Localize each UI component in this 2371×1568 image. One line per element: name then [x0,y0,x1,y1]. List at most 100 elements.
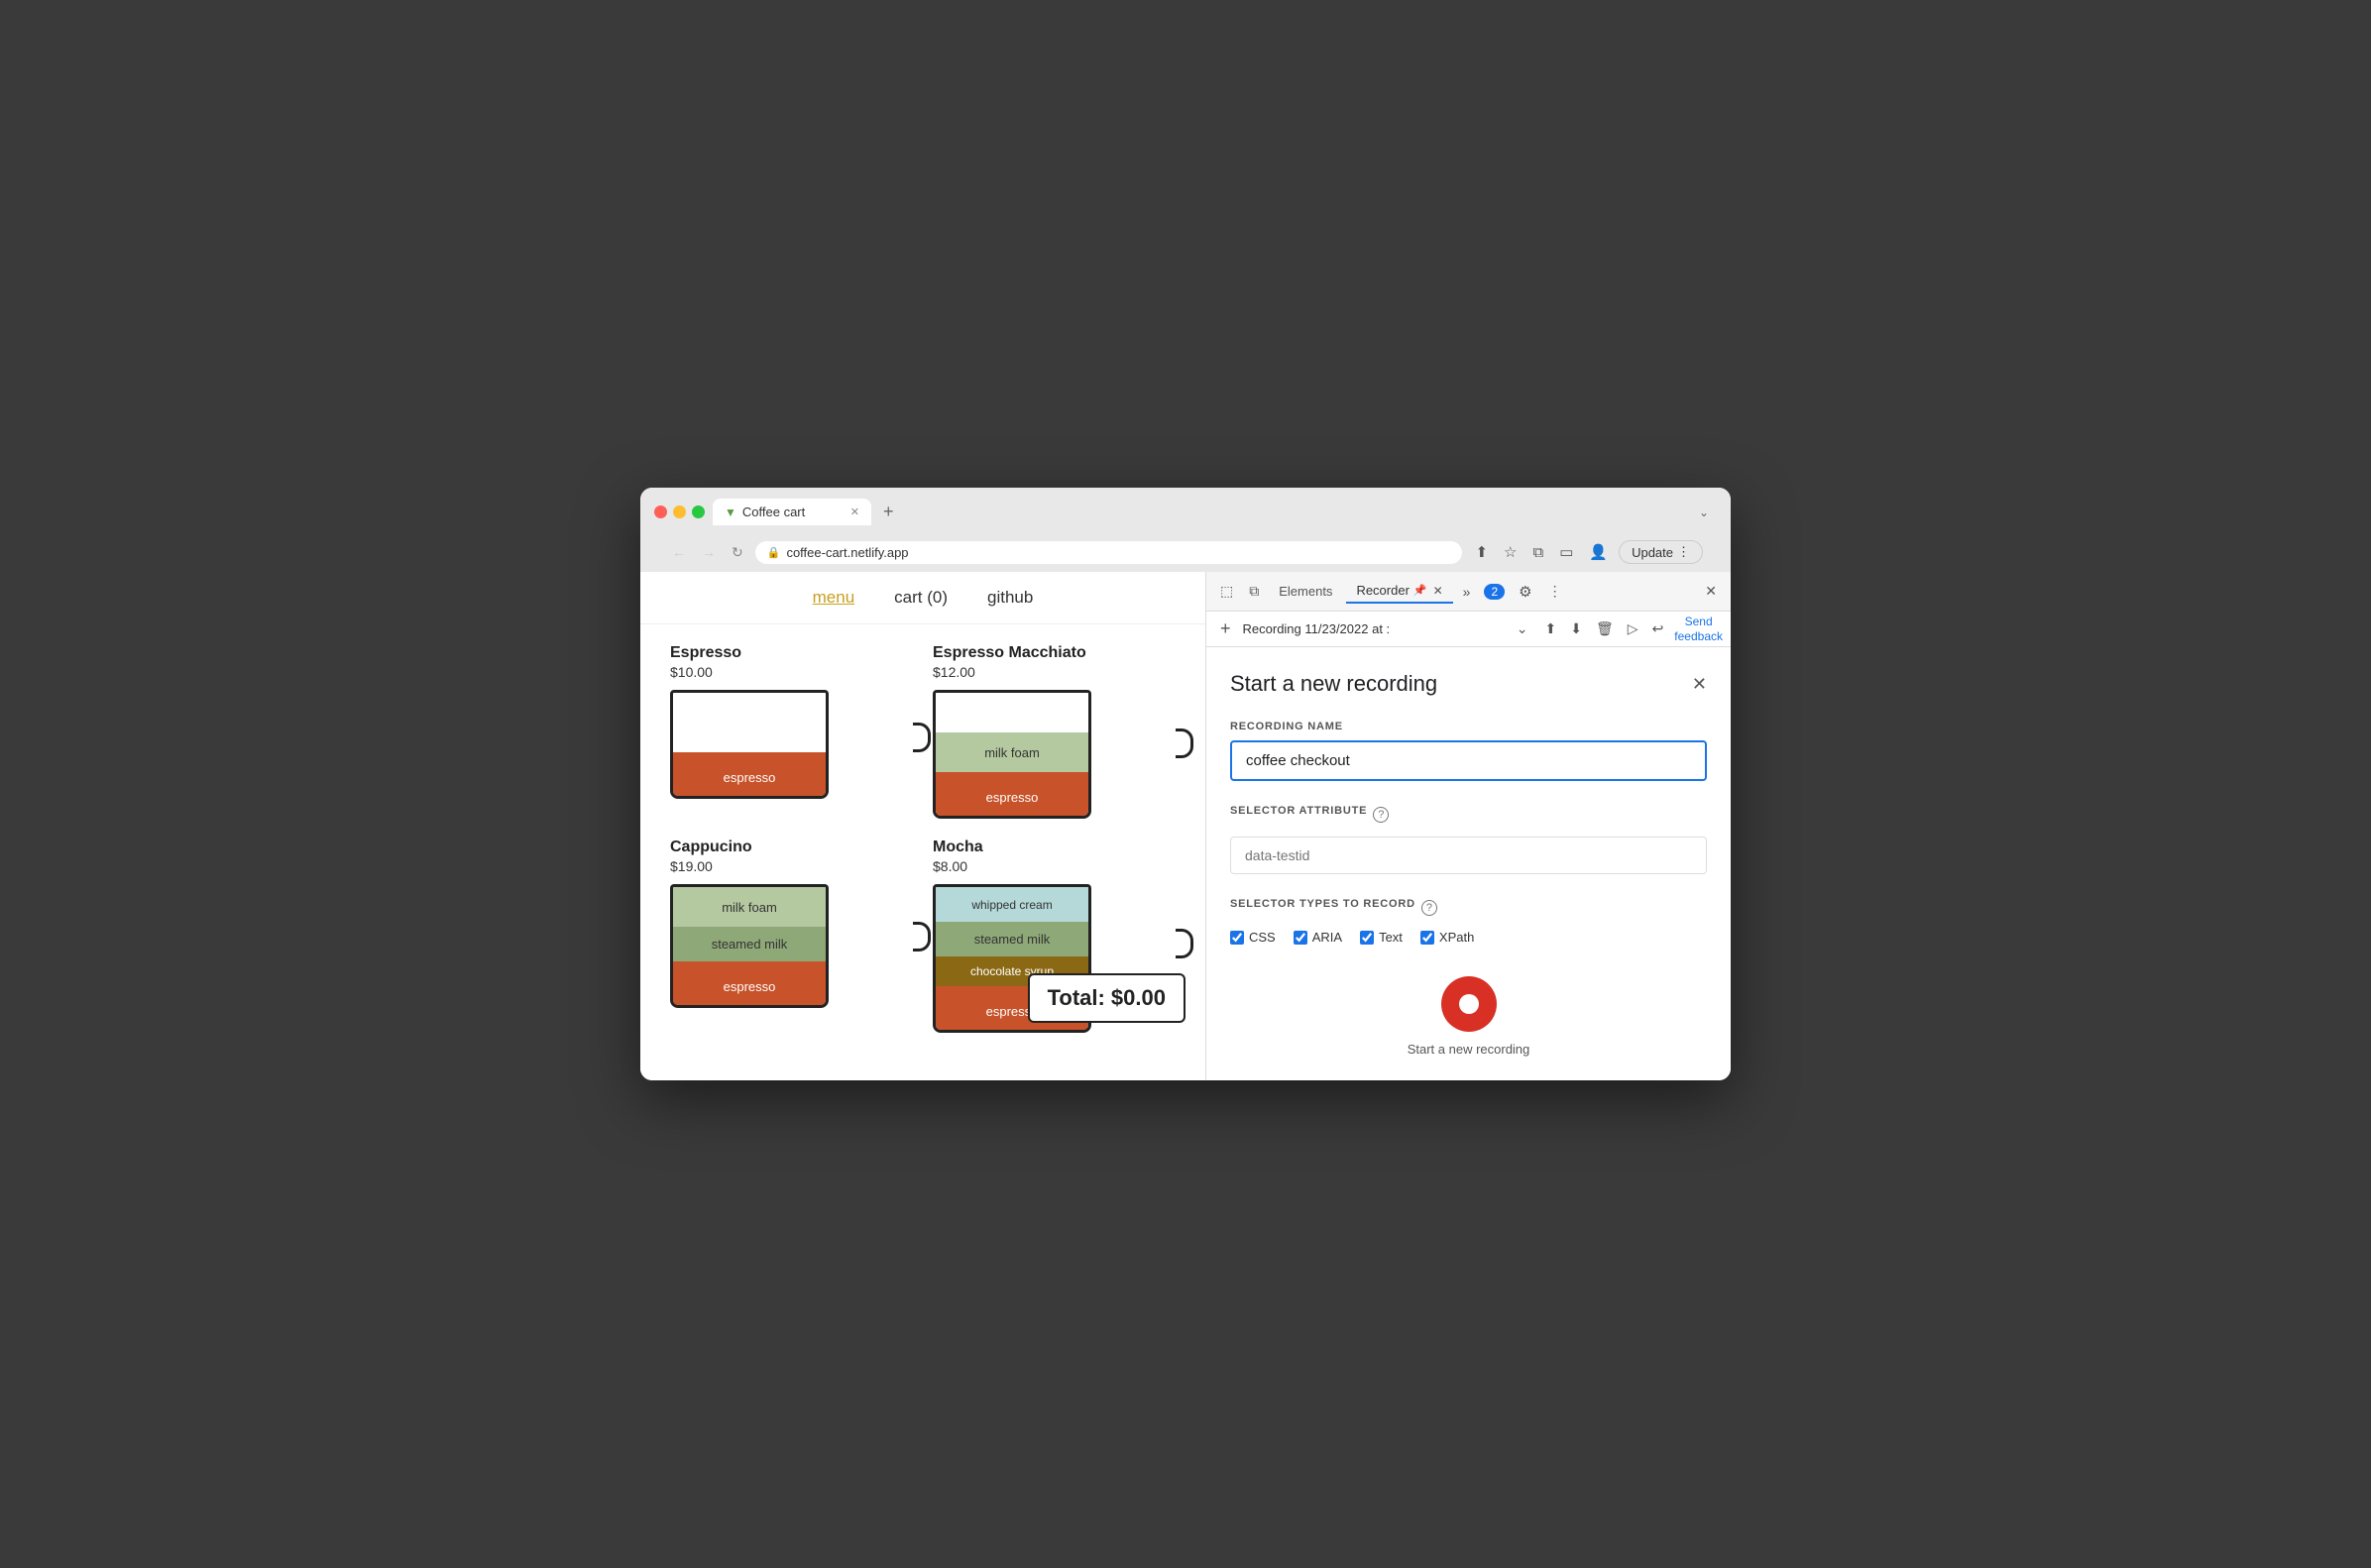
nav-menu[interactable]: menu [813,588,855,608]
checkbox-aria[interactable]: ARIA [1294,930,1342,945]
modal-title-row: Start a new recording ✕ [1230,671,1707,697]
coffee-app: menu cart (0) github Espresso $10.00 esp… [640,572,1205,1080]
minimize-traffic-light[interactable] [673,505,686,518]
checkbox-css-label: CSS [1249,930,1276,945]
more-tabs-button[interactable]: » [1457,580,1477,604]
coffee-name-cappucino: Cappucino [670,839,913,856]
tab-elements[interactable]: Elements [1269,580,1342,603]
recorder-tab-label: Recorder [1356,583,1409,598]
recording-dropdown-button[interactable]: ⌄ [1511,616,1534,641]
checkbox-aria-input[interactable] [1294,931,1307,945]
record-section: Start a new recording [1230,976,1707,1057]
new-tab-button[interactable]: + [875,498,902,526]
delete-recording-button[interactable]: 🗑 [1591,617,1619,640]
recorder-tab-close[interactable]: ✕ [1433,584,1443,598]
tab-close-btn[interactable]: ✕ [850,505,859,518]
update-chevron-icon: ⋮ [1677,544,1690,560]
coffee-cup-macchiato: milk foam espresso [933,690,1091,819]
recording-name-input[interactable] [1230,740,1707,781]
nav-github[interactable]: github [987,588,1033,608]
address-bar: ← → ↻ 🔒 coffee-cart.netlify.app ⬆ ☆ ⧉ ▭ … [654,534,1717,572]
layer-espresso-white [673,693,826,752]
title-bar: ▼ Coffee cart ✕ + ⌄ ← → ↻ 🔒 coffee-cart.… [640,488,1731,572]
layer-espresso-espresso: espresso [673,752,826,799]
step-back-button[interactable]: ↩ [1647,617,1669,640]
total-tooltip: Total: $0.00 [1028,973,1186,1023]
coffee-price-espresso: $10.00 [670,664,913,680]
send-feedback-link[interactable]: Send feedback [1674,615,1723,643]
profile-button[interactable]: 👤 [1584,540,1613,564]
upload-recording-button[interactable]: ⬆ [1540,617,1562,640]
main-content: menu cart (0) github Espresso $10.00 esp… [640,572,1731,1080]
browser-window: ▼ Coffee cart ✕ + ⌄ ← → ↻ 🔒 coffee-cart.… [640,488,1731,1080]
checkbox-css[interactable]: CSS [1230,930,1276,945]
layer-capp-foam: milk foam [673,887,826,927]
checkbox-aria-label: ARIA [1312,930,1342,945]
inspect-element-button[interactable]: ⬚ [1214,579,1239,604]
coffee-card-macchiato: Espresso Macchiato $12.00 milk foam espr… [933,644,1176,819]
maximize-traffic-light[interactable] [692,505,705,518]
selector-types-help-icon[interactable]: ? [1421,900,1437,916]
checkbox-css-input[interactable] [1230,931,1244,945]
address-input[interactable]: 🔒 coffee-cart.netlify.app [755,541,1463,564]
cup-handle-cappucino [913,922,931,952]
add-recording-button[interactable]: + [1214,616,1237,641]
start-recording-button[interactable] [1441,976,1497,1032]
tabs-row: ▼ Coffee cart ✕ + ⌄ [713,498,1717,526]
selector-types-label-row: SELECTOR TYPES TO RECORD ? [1230,898,1707,918]
coffee-grid-wrapper: Espresso $10.00 espresso Espresso Macc [640,624,1205,1053]
checkbox-text-label: Text [1379,930,1403,945]
selector-attr-input[interactable] [1230,837,1707,874]
back-button[interactable]: ← [668,542,690,562]
checkbox-xpath-input[interactable] [1420,931,1434,945]
pin-icon: 📌 [1413,584,1427,597]
share-button[interactable]: ⬆ [1470,540,1493,564]
modal-close-button[interactable]: ✕ [1692,674,1707,695]
checkbox-xpath-label: XPath [1439,930,1474,945]
coffee-name-mocha: Mocha [933,839,1176,856]
forward-button[interactable]: → [698,542,720,562]
coffee-name-macchiato: Espresso Macchiato [933,644,1176,662]
device-toolbar-button[interactable]: ⧉ [1243,579,1265,604]
close-traffic-light[interactable] [654,505,667,518]
extensions-button[interactable]: ⧉ [1527,541,1548,564]
address-text: coffee-cart.netlify.app [786,545,908,560]
checkbox-xpath[interactable]: XPath [1420,930,1474,945]
cup-handle-espresso [913,723,931,752]
selector-attr-help-icon[interactable]: ? [1373,807,1389,823]
settings-button[interactable]: ⚙ [1513,580,1537,604]
selector-attr-label-row: SELECTOR ATTRIBUTE ? [1230,805,1707,825]
cup-handle-mocha [1176,929,1193,958]
coffee-cup-cappucino: milk foam steamed milk espresso [670,884,829,1008]
recording-label: Recording 11/23/2022 at : [1243,621,1505,636]
reload-button[interactable]: ↻ [728,542,747,563]
record-dot-icon [1459,994,1479,1014]
layer-mocha-steamed: steamed milk [936,922,1088,956]
cup-wrapper-espresso[interactable]: espresso [670,690,913,799]
devtools-more-button[interactable]: ⋮ [1542,579,1568,604]
checkbox-text[interactable]: Text [1360,930,1403,945]
layer-macchiato-espresso: espresso [936,772,1088,819]
layer-capp-steamed: steamed milk [673,927,826,961]
layer-capp-espresso: espresso [673,961,826,1008]
devtools-close-button[interactable]: ✕ [1699,579,1723,604]
recording-actions: ⬆ ⬇ 🗑 ▷ ↩ [1540,617,1669,640]
download-recording-button[interactable]: ⬇ [1565,617,1587,640]
checkbox-text-input[interactable] [1360,931,1374,945]
cup-wrapper-macchiato[interactable]: milk foam espresso [933,690,1176,819]
coffee-cup-espresso: espresso [670,690,829,799]
tab-favicon: ▼ [725,505,736,519]
start-recording-label: Start a new recording [1408,1042,1530,1057]
tab-recorder[interactable]: Recorder 📌 ✕ [1346,579,1452,604]
cup-wrapper-cappucino[interactable]: milk foam steamed milk espresso [670,884,913,1008]
bookmark-button[interactable]: ☆ [1499,540,1522,564]
update-button[interactable]: Update ⋮ [1619,540,1703,564]
coffee-nav: menu cart (0) github [640,572,1205,624]
devtools-topbar: ⬚ ⧉ Elements Recorder 📌 ✕ » 2 ⚙ ⋮ ✕ [1206,572,1731,612]
play-recording-button[interactable]: ▷ [1623,617,1643,640]
reading-list-button[interactable]: ▭ [1554,540,1578,564]
nav-cart[interactable]: cart (0) [894,588,948,608]
active-tab[interactable]: ▼ Coffee cart ✕ [713,499,871,525]
notification-badge: 2 [1484,584,1505,600]
coffee-price-cappucino: $19.00 [670,858,913,874]
